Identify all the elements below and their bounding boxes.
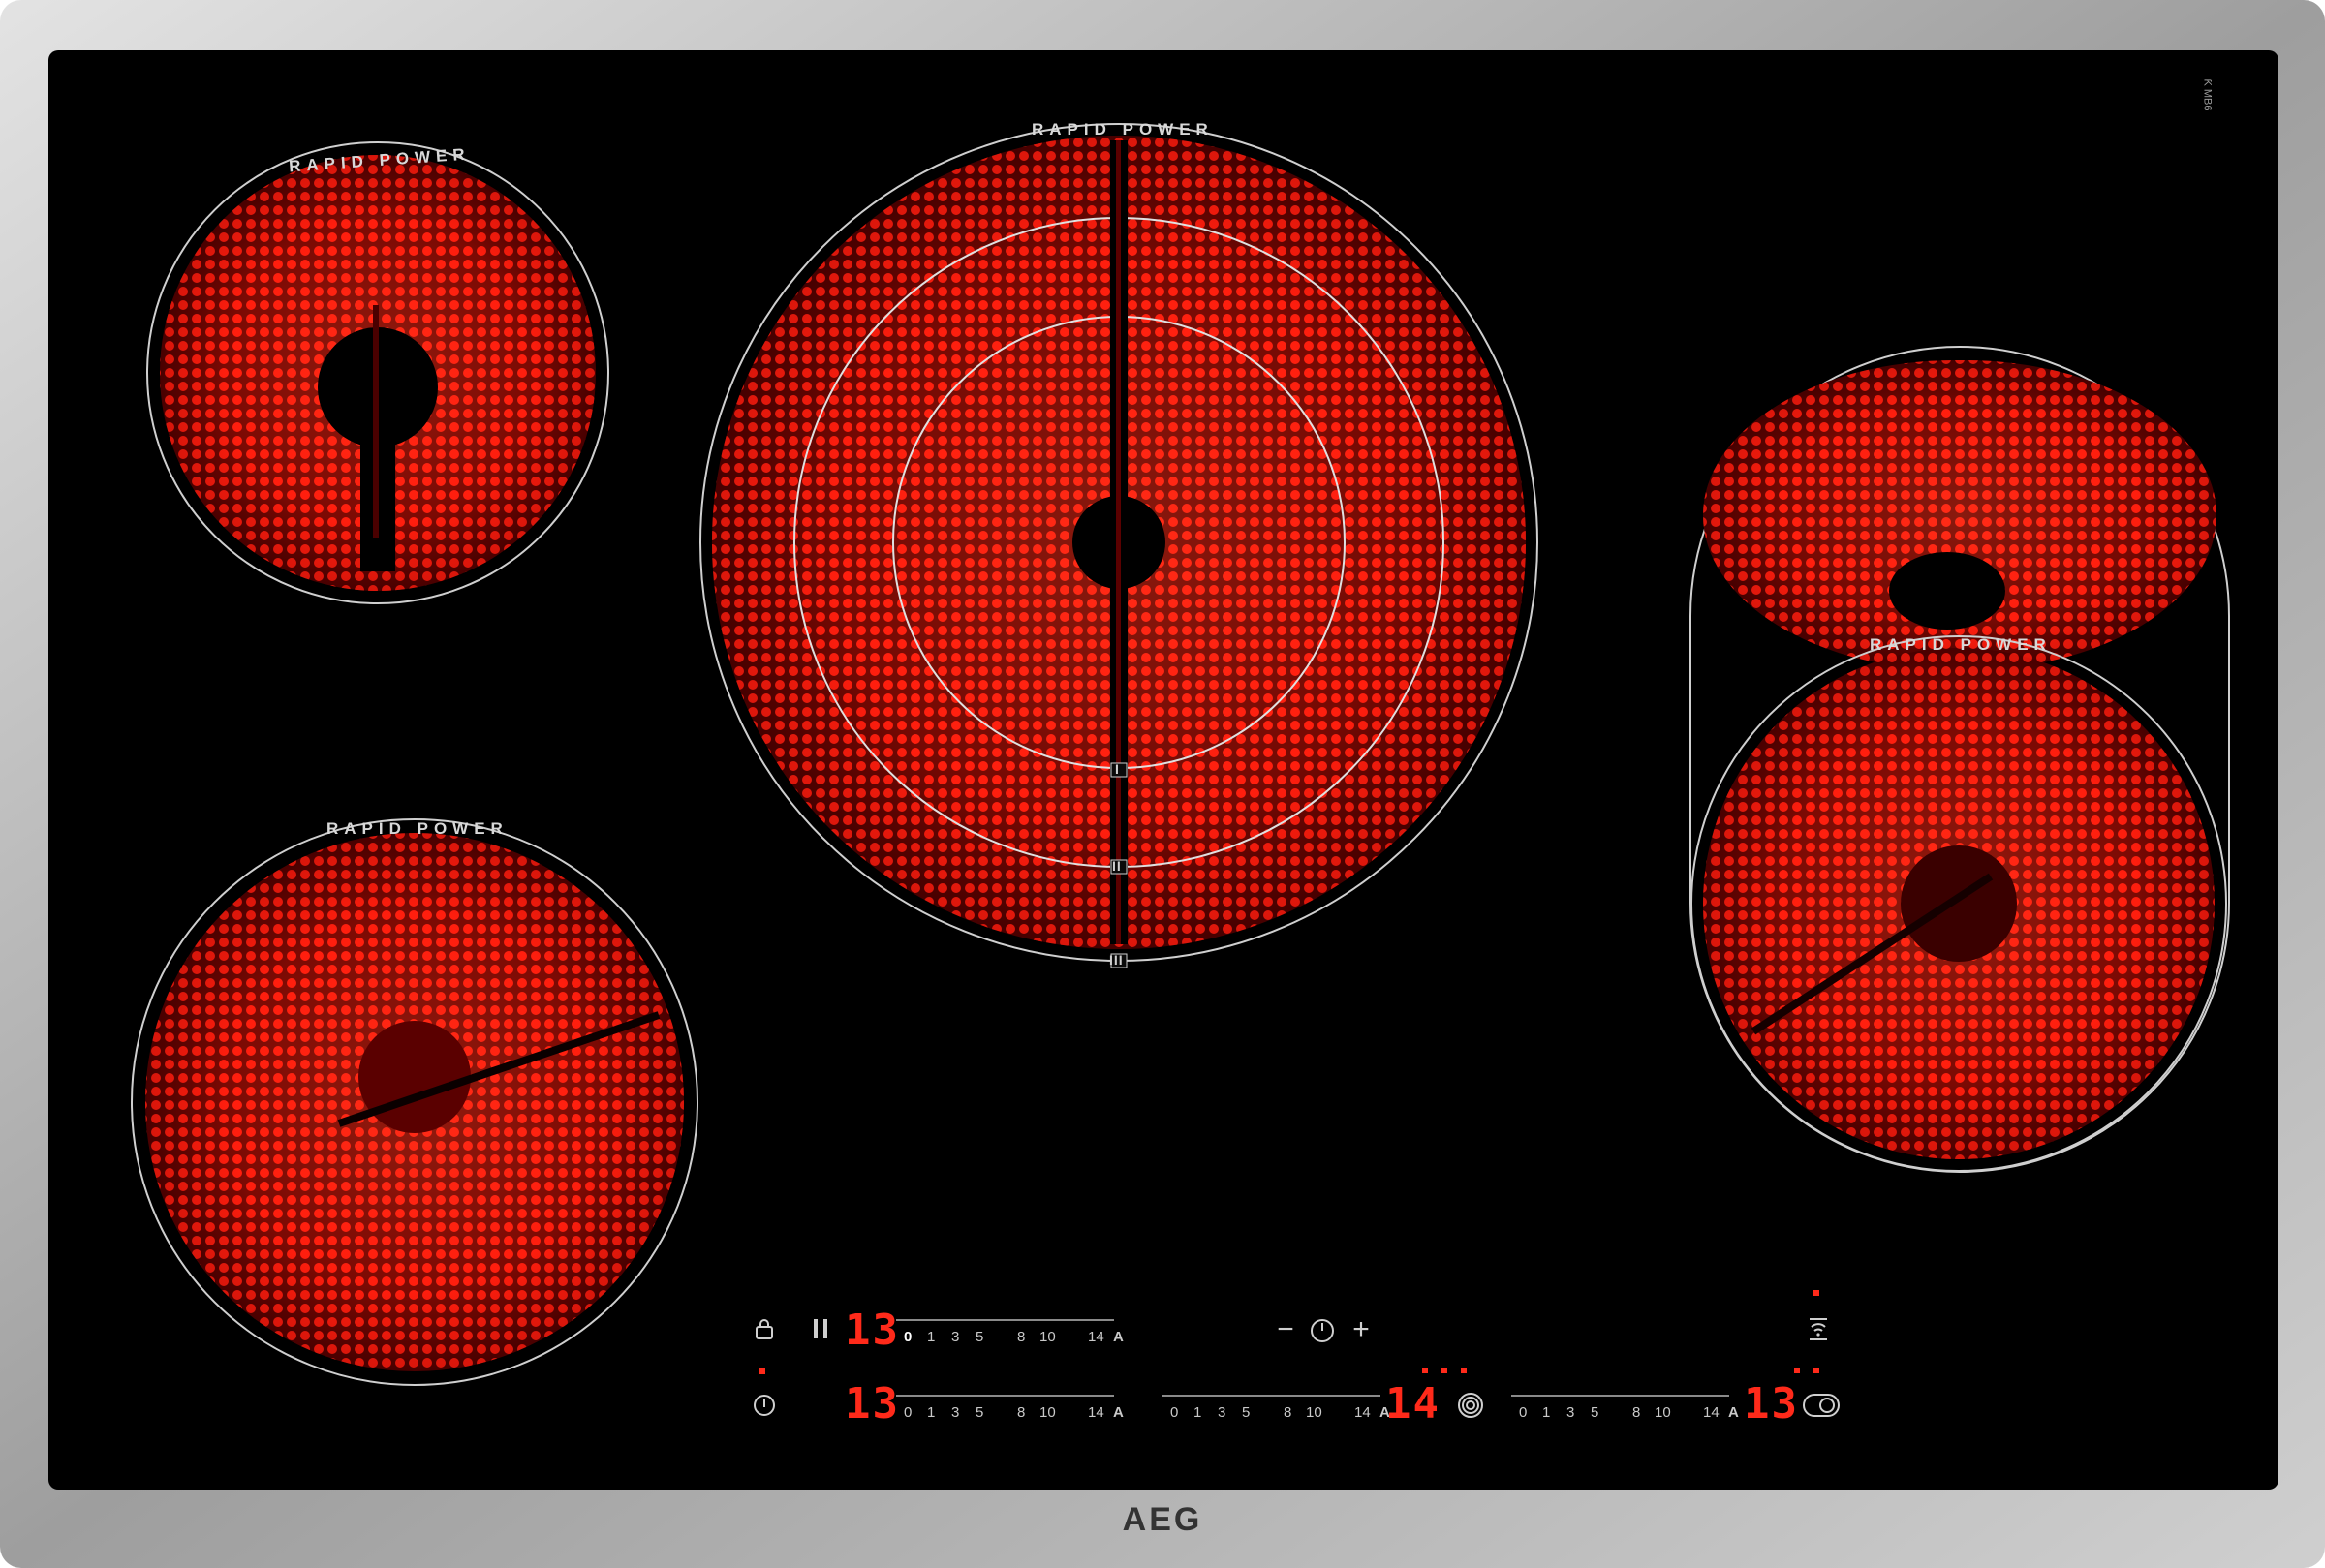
tick-10: 10 xyxy=(1039,1329,1056,1345)
hood-connect-icon[interactable] xyxy=(1804,1315,1833,1348)
zone-display-top-left: 13 xyxy=(845,1306,900,1355)
ring-mark-3: III xyxy=(1109,952,1124,968)
right-led-1 xyxy=(1794,1368,1800,1373)
corner-mark: Ƙ MB6 xyxy=(2201,78,2214,111)
tick-3: 3 xyxy=(1218,1404,1226,1421)
zone-display-bottom-center: 14 xyxy=(1385,1379,1441,1429)
center-led-1 xyxy=(1422,1368,1428,1373)
zone-label-right-oval: RAPID POWER xyxy=(1870,635,2052,654)
tick-unit: A xyxy=(1113,1404,1124,1421)
zone-label-center: RAPID POWER xyxy=(1032,120,1214,138)
power-slider-bottom-right[interactable]: 0 1 3 5 8 10 14 A xyxy=(1511,1395,1744,1433)
timer-plus-button[interactable]: + xyxy=(1347,1315,1376,1344)
multi-zone-icon-glyph xyxy=(1458,1393,1483,1418)
tick-5: 5 xyxy=(1242,1404,1251,1421)
tick-0: 0 xyxy=(1170,1404,1179,1421)
tick-14: 14 xyxy=(1354,1404,1371,1421)
timer-minus-button[interactable]: − xyxy=(1271,1315,1300,1344)
tick-unit: A xyxy=(1113,1329,1124,1345)
tick-5: 5 xyxy=(1591,1404,1599,1421)
power-icon[interactable] xyxy=(750,1393,779,1424)
tick-3: 3 xyxy=(951,1329,960,1345)
timer-icon[interactable] xyxy=(1308,1317,1337,1350)
power-slider-bottom-center[interactable]: 0 1 3 5 8 10 14 A xyxy=(1162,1395,1395,1433)
tick-1: 1 xyxy=(927,1404,936,1421)
ring-mark-1: I xyxy=(1115,761,1120,777)
ring-mark-2: II xyxy=(1112,858,1122,874)
power-indicator-led xyxy=(760,1368,765,1374)
tick-14: 14 xyxy=(1088,1404,1104,1421)
tick-3: 3 xyxy=(1566,1404,1575,1421)
tick-1: 1 xyxy=(1542,1404,1551,1421)
tick-1: 1 xyxy=(927,1329,936,1345)
power-icon-glyph xyxy=(754,1395,775,1416)
multi-zone-icon[interactable] xyxy=(1455,1392,1486,1425)
bridge-zone-icon[interactable] xyxy=(1800,1393,1843,1424)
tick-1: 1 xyxy=(1194,1404,1202,1421)
hood-indicator-led xyxy=(1814,1290,1819,1296)
tick-14: 14 xyxy=(1088,1329,1104,1345)
lock-icon[interactable] xyxy=(750,1317,779,1346)
zone-label-bottom-left: RAPID POWER xyxy=(326,819,509,838)
tick-5: 5 xyxy=(976,1329,984,1345)
tick-5: 5 xyxy=(976,1404,984,1421)
tick-10: 10 xyxy=(1306,1404,1322,1421)
center-led-2 xyxy=(1442,1368,1447,1373)
tick-0: 0 xyxy=(904,1329,913,1345)
tick-0: 0 xyxy=(1519,1404,1528,1421)
timer-icon-glyph xyxy=(1311,1319,1334,1342)
tick-8: 8 xyxy=(1017,1329,1026,1345)
power-slider-top-left[interactable]: 0 1 3 5 8 10 14 A xyxy=(896,1319,1129,1358)
tick-10: 10 xyxy=(1039,1404,1056,1421)
tick-8: 8 xyxy=(1632,1404,1641,1421)
tick-10: 10 xyxy=(1655,1404,1671,1421)
brand-logo: AEG xyxy=(1122,1501,1203,1538)
zone-display-bottom-right: 13 xyxy=(1744,1379,1799,1429)
tick-0: 0 xyxy=(904,1404,913,1421)
right-led-2 xyxy=(1814,1368,1819,1373)
power-slider-bottom-left[interactable]: 0 1 3 5 8 10 14 A xyxy=(896,1395,1129,1433)
tick-3: 3 xyxy=(951,1404,960,1421)
zone-label-top-left: RAPID POWER xyxy=(288,144,472,176)
center-led-3 xyxy=(1461,1368,1467,1373)
bridge-zone-icon-glyph xyxy=(1803,1394,1840,1417)
pause-icon[interactable] xyxy=(806,1317,835,1346)
lock-icon-glyph xyxy=(756,1319,773,1339)
zone-display-bottom-left: 13 xyxy=(845,1379,900,1429)
tick-8: 8 xyxy=(1284,1404,1292,1421)
hood-connect-icon-glyph xyxy=(1810,1318,1827,1340)
tick-unit: A xyxy=(1728,1404,1739,1421)
tick-8: 8 xyxy=(1017,1404,1026,1421)
pause-icon-glyph xyxy=(814,1319,827,1338)
tick-14: 14 xyxy=(1703,1404,1720,1421)
